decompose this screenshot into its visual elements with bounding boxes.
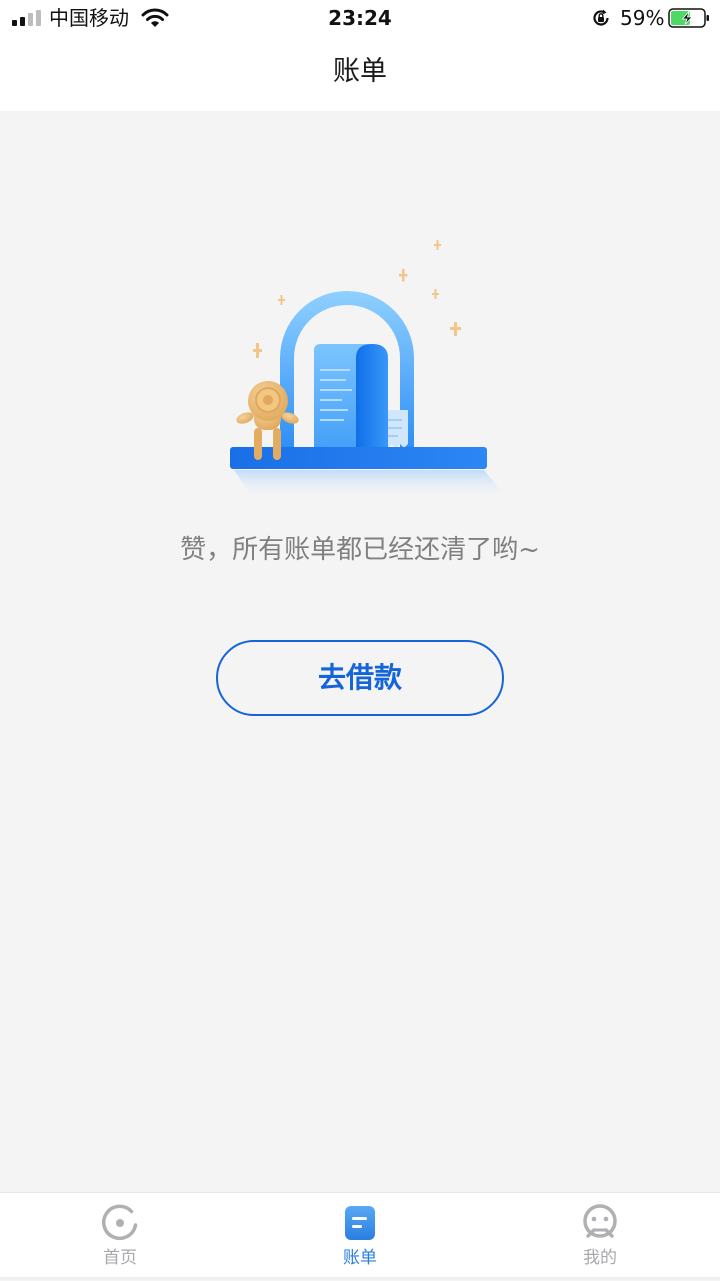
page-title: 账单 [333, 56, 387, 87]
tab-bar: 首页 账单 我的 [0, 1192, 720, 1280]
battery-percent: 59% [620, 6, 665, 30]
profile-icon [583, 1204, 617, 1238]
tab-home[interactable]: 首页 [0, 1193, 240, 1281]
bill-icon [345, 1206, 375, 1240]
bill-receipt-illustration [230, 240, 508, 500]
home-icon [102, 1204, 138, 1241]
status-time: 23:24 [328, 6, 392, 30]
tab-profile[interactable]: 我的 [480, 1193, 720, 1281]
status-bar: 中国移动 23:24 59% [0, 0, 720, 36]
tab-home-label: 首页 [103, 1248, 137, 1268]
nav-bar: 账单 [0, 36, 720, 111]
rotation-lock-icon [593, 9, 609, 26]
tab-profile-label: 我的 [583, 1248, 617, 1268]
tab-bill[interactable]: 账单 [240, 1193, 480, 1281]
tab-bill-label: 账单 [343, 1248, 377, 1268]
empty-state-message: 赞，所有账单都已经还清了哟~ [180, 535, 540, 565]
battery-charging-icon [668, 8, 709, 28]
borrow-button[interactable]: 去借款 [216, 640, 504, 716]
